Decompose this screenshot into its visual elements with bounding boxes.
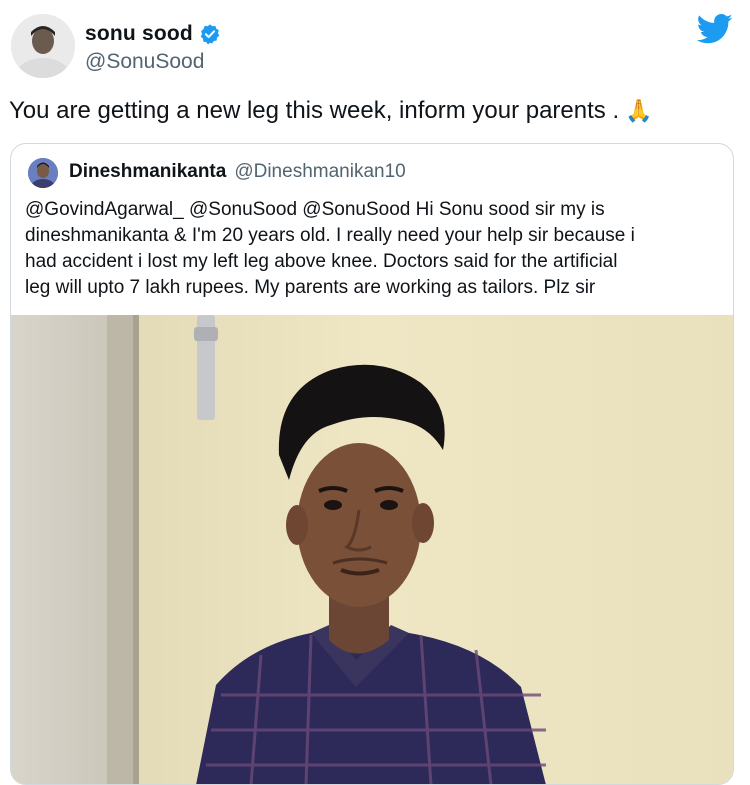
tweet-text-body: You are getting a new leg this week, inf… (9, 97, 620, 124)
quoted-author-avatar[interactable] (28, 158, 58, 188)
tweet-text: You are getting a new leg this week, inf… (9, 96, 653, 126)
quoted-tweet[interactable]: Dineshmanikanta @Dineshmanikan10 @GovindA… (10, 143, 734, 785)
photo-illustration (11, 315, 733, 784)
quoted-tweet-text: @GovindAgarwal_ @SonuSood @SonuSood Hi S… (25, 197, 725, 301)
folded-hands-emoji: 🙏 (625, 98, 653, 123)
verified-badge-icon (200, 24, 220, 45)
twitter-bird-icon[interactable] (697, 14, 733, 44)
attached-photo[interactable] (11, 315, 733, 784)
quoted-author-name[interactable]: Dineshmanikanta (69, 161, 226, 182)
quoted-author-handle[interactable]: @Dineshmanikan10 (234, 161, 405, 182)
tweet-card: sonu sood @SonuSood You are getting a ne… (0, 0, 750, 785)
quoted-text-line: @GovindAgarwal_ @SonuSood @SonuSood Hi S… (25, 199, 605, 220)
quoted-text-line: dineshmanikanta & I'm 20 years old. I re… (25, 225, 635, 246)
author-name-text[interactable]: sonu sood (85, 22, 193, 46)
author-name[interactable]: sonu sood (85, 22, 221, 46)
quoted-text-line: had accident i lost my left leg above kn… (25, 251, 618, 272)
quoted-author[interactable]: Dineshmanikanta @Dineshmanikan10 (69, 161, 406, 183)
author-avatar[interactable] (11, 14, 75, 78)
author-handle[interactable]: @SonuSood (85, 50, 204, 74)
quoted-text-line: leg will upto 7 lakh rupees. My parents … (25, 277, 596, 298)
